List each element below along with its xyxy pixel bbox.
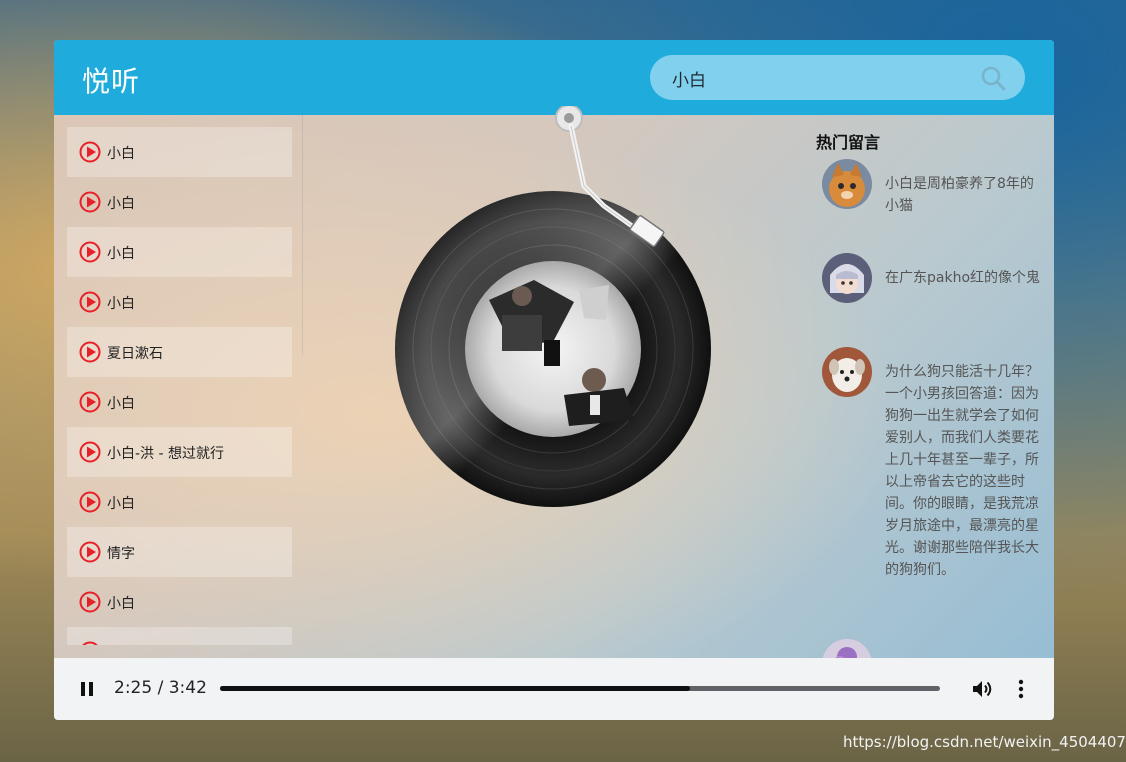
song-title: 夏日漱石 (107, 346, 163, 362)
comment-text: 为什么狗只能活十几年？一个小男孩回答道：因为狗狗一出生就学会了如何爱别人，而我们… (885, 364, 1039, 578)
song-list-item[interactable]: 小白 (67, 277, 292, 327)
play-circle-icon[interactable] (79, 141, 101, 163)
song-list-item[interactable]: 情字 (67, 527, 292, 577)
time-display: 2:25 / 3:42 (114, 678, 207, 698)
song-list-item[interactable]: 小白 (67, 577, 292, 627)
volume-icon[interactable] (970, 677, 994, 701)
more-vert-icon[interactable] (1012, 677, 1030, 701)
song-list-item[interactable] (67, 627, 292, 645)
song-title: 小白 (107, 296, 135, 312)
play-circle-icon[interactable] (79, 241, 101, 263)
tonearm (555, 106, 665, 247)
comment-item (822, 639, 1054, 658)
play-circle-icon[interactable] (79, 341, 101, 363)
watermark: https://blog.csdn.net/weixin_45044076 (843, 733, 1126, 751)
search-input[interactable] (670, 65, 974, 91)
play-circle-icon[interactable] (79, 391, 101, 413)
play-circle-icon[interactable] (79, 291, 101, 313)
song-title: 小白 (107, 396, 135, 412)
hot-comments-panel: 热门留言 小白是周柏豪养了8年的小猫 在广东pakho红的像个鬼 为什么狗只能活… (816, 115, 1054, 658)
song-list-item[interactable]: 小白 (67, 127, 292, 177)
comment-item: 在广东pakho红的像个鬼 (822, 253, 1054, 313)
divider (804, 115, 805, 380)
song-title: 小白 (107, 496, 135, 512)
progress-fill (220, 686, 691, 691)
song-list-item[interactable]: 小白 (67, 377, 292, 427)
comment-item: 小白是周柏豪养了8年的小猫 (822, 159, 1054, 219)
audio-player: 2:25 / 3:42 (54, 658, 1054, 720)
play-circle-icon[interactable] (79, 441, 101, 463)
song-title: 小白 (107, 596, 135, 612)
song-title: 情字 (107, 546, 135, 562)
song-list-item[interactable]: 小白 (67, 477, 292, 527)
song-title: 小白 (107, 246, 135, 262)
song-title: 小白-洪 - 想过就行 (107, 446, 225, 462)
play-circle-icon[interactable] (79, 491, 101, 513)
comment-text: 小白是周柏豪养了8年的小猫 (885, 176, 1034, 214)
comments-title: 热门留言 (816, 133, 881, 152)
song-list: 小白 小白 小白 小白 夏日漱石 小白 小白-洪 - 想过就行 小白 情字 小白 (67, 127, 292, 645)
play-circle-icon[interactable] (79, 591, 101, 613)
cat-avatar (822, 159, 872, 209)
search-box[interactable] (650, 55, 1025, 100)
comment-item: 为什么狗只能活十几年？一个小男孩回答道：因为狗狗一出生就学会了如何爱别人，而我们… (822, 347, 1054, 607)
progress-bar[interactable] (220, 686, 940, 691)
divider (302, 115, 303, 355)
header-bar: 悦听 (54, 40, 1054, 115)
app-logo: 悦听 (82, 65, 141, 98)
song-title: 小白 (107, 196, 135, 212)
music-app-window: 悦听 小白小白小白小白夏日漱石小白小白-洪 - 想过就行小白情字小白 (54, 40, 1054, 720)
play-circle-icon[interactable] (79, 641, 101, 645)
comment-text: 在广东pakho红的像个鬼 (885, 270, 1041, 286)
search-icon[interactable] (980, 65, 1006, 91)
song-list-item[interactable]: 小白 (67, 177, 292, 227)
song-list-item[interactable]: 小白-洪 - 想过就行 (67, 427, 292, 477)
dog-avatar (822, 347, 872, 397)
play-circle-icon[interactable] (79, 191, 101, 213)
play-circle-icon[interactable] (79, 541, 101, 563)
anime-avatar (822, 253, 872, 303)
flower-avatar (822, 639, 872, 658)
song-list-item[interactable]: 夏日漱石 (67, 327, 292, 377)
song-title: 小白 (107, 146, 135, 162)
pause-icon[interactable] (78, 680, 96, 698)
song-list-item[interactable]: 小白 (67, 227, 292, 277)
